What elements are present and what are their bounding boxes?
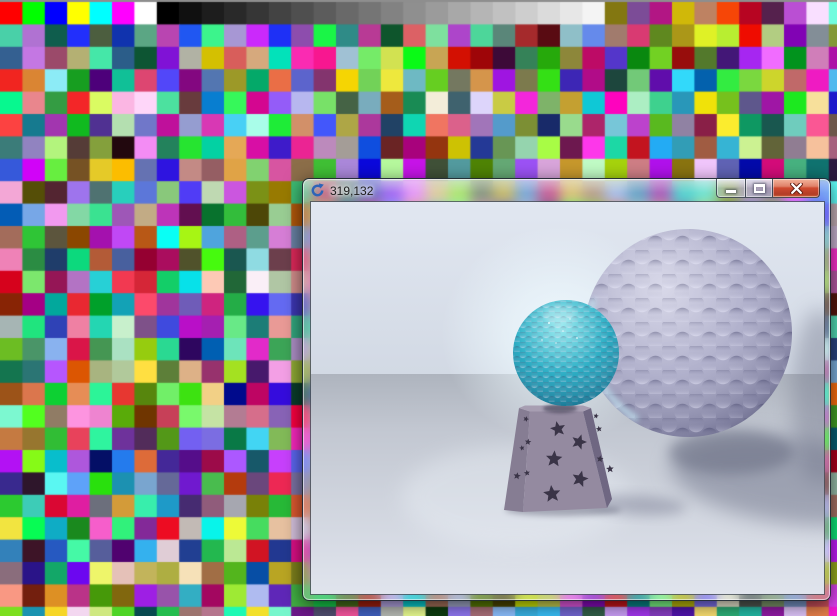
render-window[interactable]: 319,132	[302, 178, 831, 601]
minimize-icon	[726, 190, 736, 193]
large-golf-ball	[584, 229, 792, 437]
teal-highlight	[543, 306, 577, 324]
maximize-button[interactable]	[745, 179, 773, 198]
minimize-button[interactable]	[716, 179, 745, 198]
window-controls	[716, 179, 820, 198]
close-icon	[790, 183, 803, 194]
maximize-icon	[754, 184, 765, 193]
refresh-arrows-icon	[310, 183, 325, 198]
close-button[interactable]	[773, 179, 820, 198]
teal-golf-ball	[513, 300, 619, 406]
render-viewport[interactable]	[311, 202, 824, 594]
raytraced-scene	[311, 202, 824, 594]
window-title: 319,132	[330, 180, 373, 202]
titlebar[interactable]: 319,132	[303, 179, 830, 202]
